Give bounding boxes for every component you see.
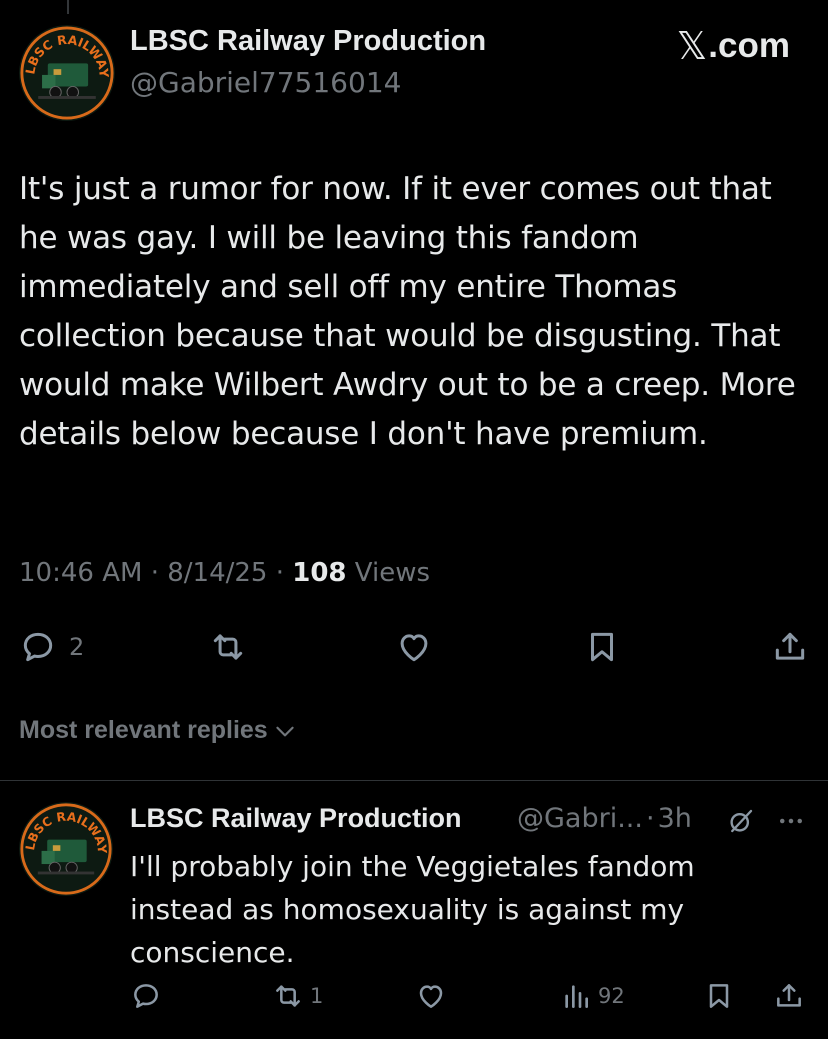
views-count: 108 — [292, 558, 347, 588]
x-com-label: .com — [708, 26, 790, 65]
chevron-down-icon — [276, 726, 294, 736]
tweet-meta: 10:46 AM · 8/14/25 · 108 Views — [19, 558, 430, 588]
reply-handle[interactable]: @Gabri... — [517, 803, 643, 834]
more-icon[interactable] — [776, 806, 806, 836]
retweet-icon — [276, 985, 300, 1007]
views-icon — [565, 985, 588, 1008]
tweet-actions: 2 — [0, 610, 828, 680]
x-logo-icon: 𝕏 — [676, 24, 708, 68]
share-icon — [777, 984, 801, 1007]
retweet-icon — [213, 634, 243, 660]
views-label: Views — [354, 558, 431, 588]
avatar[interactable]: LBSC RAILWAY PRODUCTION — [19, 25, 115, 121]
reply-age[interactable]: 3h — [658, 803, 692, 834]
tweet-time[interactable]: 10:46 AM — [19, 558, 142, 588]
reply-reply-button[interactable] — [130, 980, 162, 1012]
meta-separator: · — [275, 558, 284, 588]
share-button[interactable] — [771, 628, 809, 666]
grok-icon[interactable] — [726, 806, 756, 836]
tweet-text: It's just a rumor for now. If it ever co… — [19, 171, 796, 452]
reply-text: I'll probably join the Veggietales fando… — [130, 850, 695, 969]
reply-like-button[interactable] — [415, 980, 447, 1012]
reply-count: 2 — [69, 633, 85, 661]
bookmark-icon — [590, 632, 614, 662]
author-name[interactable]: LBSC Railway Production — [130, 25, 486, 58]
reply-share-button[interactable] — [773, 980, 805, 1012]
author-handle[interactable]: @Gabriel77516014 — [130, 66, 401, 99]
reply-icon — [23, 632, 53, 662]
reply-retweet-button[interactable]: 1 — [272, 980, 323, 1012]
reply-retweet-count: 1 — [310, 984, 324, 1008]
x-com-watermark: 𝕏 .com — [677, 24, 790, 68]
reply-views-count: 92 — [598, 984, 625, 1008]
like-button[interactable] — [395, 628, 433, 666]
share-icon — [775, 632, 805, 660]
bookmark-icon — [709, 984, 729, 1008]
meta-separator: · — [150, 558, 159, 588]
divider — [0, 780, 828, 781]
reply-icon — [134, 984, 158, 1008]
retweet-button[interactable] — [209, 628, 247, 666]
reply-bookmark-button[interactable] — [703, 980, 735, 1012]
reply-avatar[interactable]: LBSC RAILWAY PRODUCTION — [19, 802, 113, 896]
reply-actions: 1 92 — [0, 980, 828, 1020]
replies-sort-toggle[interactable]: Most relevant replies — [19, 716, 298, 745]
tweet-date[interactable]: 8/14/25 — [167, 558, 267, 588]
like-icon — [400, 634, 428, 662]
reply-views-button[interactable]: 92 — [560, 980, 625, 1012]
thread-line — [67, 0, 69, 14]
meta-separator: · — [645, 803, 655, 834]
bookmark-button[interactable] — [583, 628, 621, 666]
reply-author-name[interactable]: LBSC Railway Production — [130, 803, 462, 834]
reply-button[interactable]: 2 — [19, 628, 84, 666]
reply-handle-line: @Gabri... · 3h — [517, 803, 692, 834]
like-icon — [419, 985, 443, 1008]
replies-sort-label: Most relevant replies — [19, 716, 268, 744]
